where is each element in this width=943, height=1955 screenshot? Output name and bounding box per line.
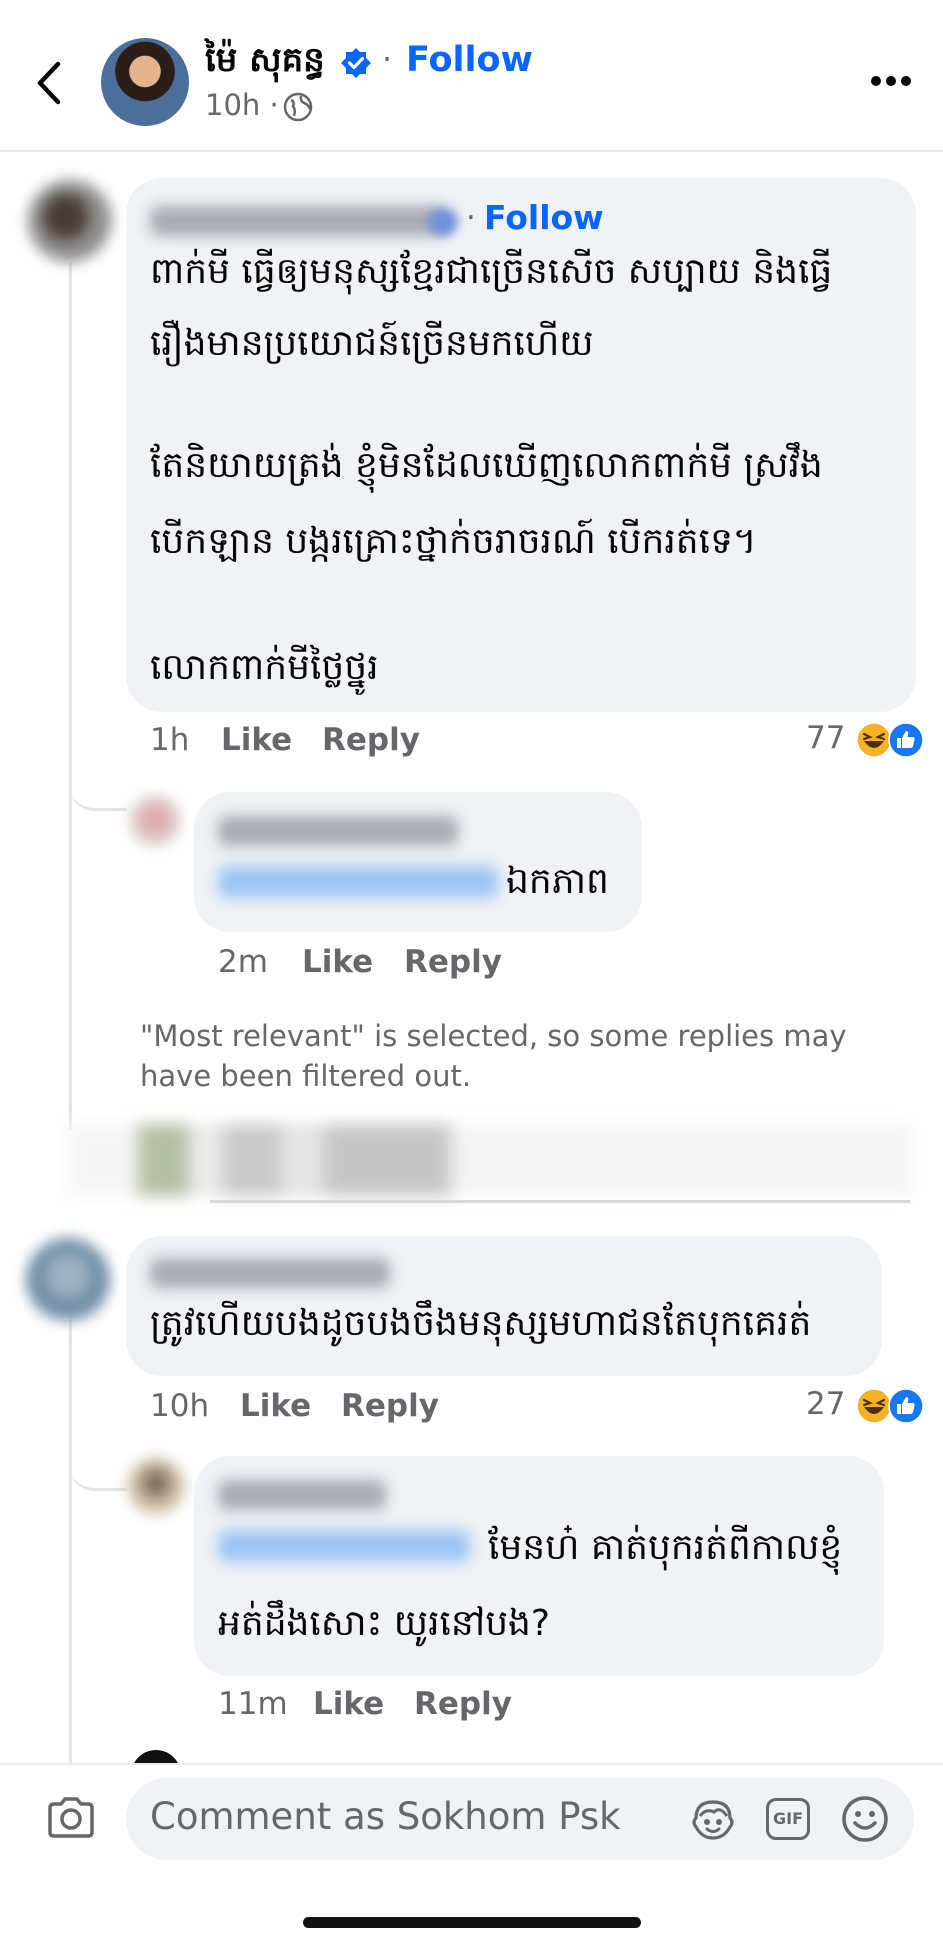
reply-button[interactable]: Reply: [404, 944, 502, 980]
gif-label: GIF: [772, 1809, 803, 1828]
reaction-count[interactable]: 27: [806, 1386, 845, 1422]
laugh-reaction-icon: [856, 1388, 892, 1424]
gif-icon[interactable]: GIF: [766, 1798, 810, 1840]
reply-text: ឯកភាព: [506, 861, 609, 902]
comment-time: 10h: [150, 1388, 210, 1424]
emoji-icon[interactable]: [840, 1794, 890, 1844]
reply-button[interactable]: Reply: [341, 1388, 439, 1424]
laugh-reaction-icon: [856, 722, 892, 758]
post-timestamp[interactable]: 10h ·: [205, 88, 279, 122]
like-reaction-icon: [888, 1388, 924, 1424]
thread-branch: [69, 1450, 127, 1491]
replier-name-redacted[interactable]: [218, 1480, 386, 1510]
comment-text-line: លោកពាក់មីថ្លៃថ្នូរ: [150, 647, 379, 688]
filter-notice: "Most relevant" is selected, so some rep…: [140, 1019, 847, 1093]
like-button[interactable]: Like: [313, 1686, 384, 1722]
more-options-icon[interactable]: [870, 74, 912, 88]
like-reaction-icon: [888, 722, 924, 758]
header-separator: ·: [382, 40, 393, 78]
thread-branch: [69, 770, 127, 811]
reply-text-line: អត់ដឹងសោះ យូរនៅបង?: [218, 1603, 551, 1644]
mention-redacted[interactable]: [218, 1530, 470, 1562]
reply-button[interactable]: Reply: [414, 1686, 512, 1722]
replier-name-redacted[interactable]: [218, 816, 458, 846]
like-button[interactable]: Like: [221, 722, 292, 758]
comment-text-line: រឿងមានប្រយោជន៍ច្រើនមកហើយ: [150, 323, 594, 364]
blurred-input-outline: [210, 1200, 910, 1203]
globe-icon: [283, 92, 313, 122]
home-indicator[interactable]: [303, 1917, 641, 1928]
like-button[interactable]: Like: [302, 944, 373, 980]
like-button[interactable]: Like: [240, 1388, 311, 1424]
thread-line: [69, 1314, 72, 1763]
avatar-sticker-icon[interactable]: [688, 1794, 738, 1844]
comment-time: 1h: [150, 722, 190, 758]
author-name[interactable]: ម៉ៃ សុគន្ធ: [205, 38, 325, 88]
comment-text: ត្រូវហើយបងដូចបងចឹងមនុស្សមហាជនតែបុកគេរត់: [150, 1303, 812, 1344]
commenter-avatar[interactable]: [26, 1238, 110, 1322]
reply-text-line: មែនហ៎ គាត់បុករត់ពីកាលខ្ញុំ: [488, 1527, 843, 1568]
back-icon[interactable]: [30, 58, 70, 108]
commenter-avatar[interactable]: [28, 180, 112, 262]
comment-time: 11m: [218, 1686, 288, 1722]
camera-icon[interactable]: [46, 1796, 96, 1840]
replier-avatar[interactable]: [130, 796, 180, 846]
mention-redacted[interactable]: [218, 866, 498, 898]
replier-avatar[interactable]: [128, 1458, 184, 1514]
comment-text-line: បើកឡាន បង្ករគ្រោះថ្នាក់ចរាចរណ៍ បើករត់ទេ។: [150, 521, 757, 562]
thread-line: [69, 262, 72, 1130]
author-avatar[interactable]: [101, 38, 189, 126]
verified-badge-icon: [341, 48, 371, 78]
follow-button[interactable]: Follow: [406, 40, 533, 80]
comment-input-placeholder: Comment as Sokhom Psk: [150, 1795, 621, 1838]
blurred-reply-row: [66, 1124, 912, 1196]
comment-time: 2m: [218, 944, 268, 980]
comment-text-line: តែនិយាយត្រង់ ខ្ញុំមិនដែលឃើញលោកពាក់មី ស្រ…: [150, 445, 823, 486]
reaction-count[interactable]: 77: [806, 720, 845, 756]
reply-button[interactable]: Reply: [322, 722, 420, 758]
